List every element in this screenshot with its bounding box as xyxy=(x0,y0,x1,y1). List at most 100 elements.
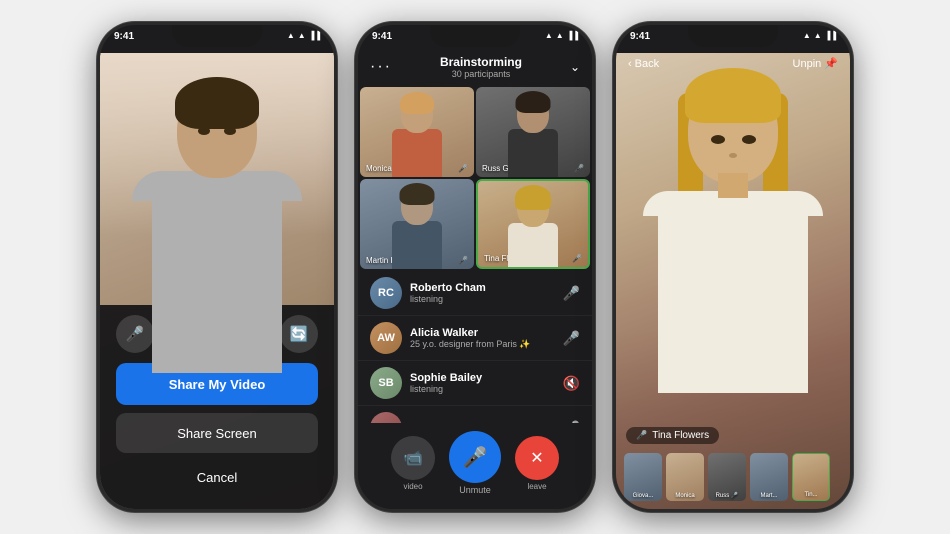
side-button-left-2 xyxy=(97,133,99,171)
side-button-left-2 xyxy=(355,133,357,171)
side-button-left-3 xyxy=(355,177,357,215)
mic-icon-tina: 🎤 xyxy=(572,254,582,263)
phone-3: 9:41 ▲ ▲ ▐▐ ‹ Back Unpin 📌 xyxy=(613,22,853,512)
call-title-area: Brainstorming 30 participants xyxy=(440,55,522,79)
phone2-content: ··· Brainstorming 30 participants ⌄ Moni… xyxy=(358,53,592,509)
participant-count: 30 participants xyxy=(440,69,522,79)
side-button-left-2 xyxy=(613,133,615,171)
status-roberto: listening xyxy=(410,294,555,304)
wifi-icon: ▲ xyxy=(298,31,306,40)
side-button-left-3 xyxy=(97,177,99,215)
status-time: 9:41 xyxy=(630,31,650,42)
mic-icon-martin: 🎤 xyxy=(458,256,468,265)
cancel-button[interactable]: Cancel xyxy=(116,459,318,495)
avatar-alicia: AW xyxy=(370,322,402,354)
phone-1: 9:41 ▲ ▲ ▐▐ 🎤 🔄 Share My xyxy=(97,22,337,512)
avatar-mike: ML xyxy=(370,412,402,423)
unpin-button[interactable]: Unpin 📌 xyxy=(793,57,838,70)
share-screen-button[interactable]: Share Screen xyxy=(116,413,318,453)
participant-list: RC Roberto Cham listening 🎤 AW Alicia Wa… xyxy=(358,271,592,423)
participant-item-roberto[interactable]: RC Roberto Cham listening 🎤 xyxy=(358,271,592,316)
info-roberto: Roberto Cham listening xyxy=(410,282,555,304)
status-icons: ▲ ▲ ▐▐ xyxy=(545,31,578,40)
signal-icon: ▲ xyxy=(803,31,811,40)
mute-toggle-button[interactable]: 🎤 xyxy=(449,431,501,483)
leave-call-button[interactable]: ✕ xyxy=(515,436,559,480)
name-alicia: Alicia Walker xyxy=(410,327,555,339)
pin-icon: 📌 xyxy=(824,57,838,70)
status-alicia: 25 y.o. designer from Paris ✨ xyxy=(410,339,555,350)
thumb-giovanni[interactable]: Giova... xyxy=(624,453,662,501)
more-options-button[interactable]: ··· xyxy=(370,58,392,76)
main-pinned-video: 🎤 Tina Flowers Giova... Monica Russ 🎤 xyxy=(616,53,850,509)
side-button-left-1 xyxy=(97,95,99,123)
participant-item-mike[interactable]: ML Mike Lipsey 🎤 xyxy=(358,406,592,423)
thumb-russ[interactable]: Russ 🎤 xyxy=(708,453,746,501)
video-cell-martin: Martin Hensley 🎤 xyxy=(360,179,474,269)
status-time: 9:41 xyxy=(372,31,392,42)
speaker-name: Tina Flowers xyxy=(652,430,709,441)
notch xyxy=(430,25,520,47)
video-grid: Monica Bates 🎤 Russ Goodrich 🎤 Martin He… xyxy=(360,87,590,269)
camera-view: 🎤 🔄 Share My Video Share Screen Cancel xyxy=(100,53,334,509)
back-button[interactable]: ‹ Back xyxy=(628,58,659,70)
battery-icon: ▐▐ xyxy=(825,31,836,40)
phone3-content: ‹ Back Unpin 📌 xyxy=(616,53,850,509)
unpin-label: Unpin xyxy=(793,58,822,70)
action-roberto[interactable]: 🎤 xyxy=(563,285,580,302)
wifi-icon: ▲ xyxy=(556,31,564,40)
mic-icon-russ: 🎤 xyxy=(574,164,584,173)
status-icons: ▲ ▲ ▐▐ xyxy=(287,31,320,40)
main-video-background: 🎤 Tina Flowers Giova... Monica Russ 🎤 xyxy=(616,53,850,509)
participant-item-alicia[interactable]: AW Alicia Walker 25 y.o. designer from P… xyxy=(358,316,592,361)
control-button-row: 📹 video 🎤 Unmute ✕ leave xyxy=(391,431,559,495)
call-controls: 📹 video 🎤 Unmute ✕ leave xyxy=(358,423,592,509)
status-sophie: listening xyxy=(410,384,555,394)
signal-icon: ▲ xyxy=(287,31,295,40)
participant-thumbnail-strip: Giova... Monica Russ 🎤 Mart... Tin... xyxy=(616,453,850,501)
action-alicia[interactable]: 🎤 xyxy=(563,330,580,347)
side-button-right xyxy=(335,115,337,165)
side-button-left-3 xyxy=(613,177,615,215)
info-sophie: Sophie Bailey listening xyxy=(410,372,555,394)
video-cell-russ: Russ Goodrich 🎤 xyxy=(476,87,590,177)
status-time: 9:41 xyxy=(114,31,134,42)
wifi-icon: ▲ xyxy=(814,31,822,40)
call-title: Brainstorming xyxy=(440,55,522,69)
back-label: Back xyxy=(635,58,659,70)
signal-icon: ▲ xyxy=(545,31,553,40)
notch xyxy=(688,25,778,47)
video-toggle-button[interactable]: 📹 xyxy=(391,436,435,480)
status-icons: ▲ ▲ ▐▐ xyxy=(803,31,836,40)
battery-icon: ▐▐ xyxy=(309,31,320,40)
avatar-roberto: RC xyxy=(370,277,402,309)
thumb-tina[interactable]: Tin... xyxy=(792,453,830,501)
participant-item-sophie[interactable]: SB Sophie Bailey listening 🔇 xyxy=(358,361,592,406)
name-sophie: Sophie Bailey xyxy=(410,372,555,384)
chevron-left-icon: ‹ xyxy=(628,58,632,70)
side-button-right xyxy=(851,115,853,165)
thumb-martin[interactable]: Mart... xyxy=(750,453,788,501)
avatar-sophie: SB xyxy=(370,367,402,399)
info-alicia: Alicia Walker 25 y.o. designer from Pari… xyxy=(410,327,555,350)
side-button-right xyxy=(593,115,595,165)
notch xyxy=(172,25,262,47)
phone-2: 9:41 ▲ ▲ ▐▐ ··· Brainstorming 30 partici… xyxy=(355,22,595,512)
chevron-down-icon[interactable]: ⌄ xyxy=(570,60,580,74)
mute-button[interactable]: 🎤 xyxy=(116,315,154,353)
battery-icon: ▐▐ xyxy=(567,31,578,40)
mic-icon-badge: 🎤 xyxy=(636,430,647,441)
action-sophie[interactable]: 🔇 xyxy=(563,375,580,392)
mic-icon-monica: 🎤 xyxy=(458,164,468,173)
speaker-name-badge: 🎤 Tina Flowers xyxy=(626,427,719,444)
side-button-left-1 xyxy=(355,95,357,123)
pinned-video-header: ‹ Back Unpin 📌 xyxy=(616,53,850,76)
side-button-left-1 xyxy=(613,95,615,123)
flip-camera-button[interactable]: 🔄 xyxy=(280,315,318,353)
name-roberto: Roberto Cham xyxy=(410,282,555,294)
call-header: ··· Brainstorming 30 participants ⌄ xyxy=(358,53,592,85)
unmute-label: Unmute xyxy=(459,485,491,495)
video-cell-monica: Monica Bates 🎤 xyxy=(360,87,474,177)
video-cell-tina: Tina Flowers 🎤 xyxy=(476,179,590,269)
thumb-monica[interactable]: Monica xyxy=(666,453,704,501)
